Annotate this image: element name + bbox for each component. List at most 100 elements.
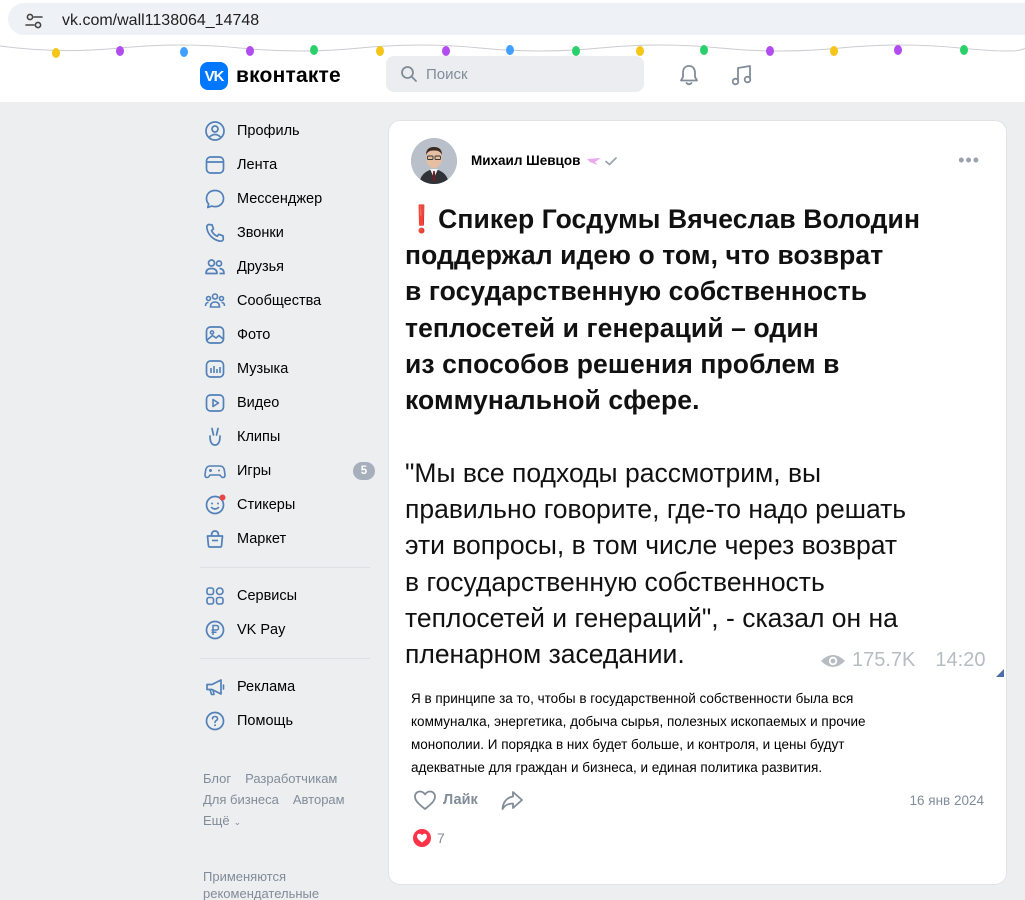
nav-label: Реклама bbox=[237, 679, 296, 695]
nav-item-messenger[interactable]: Мессенджер bbox=[200, 182, 375, 216]
headline-line: ❗Спикер Госдумы Вячеслав Володин bbox=[405, 201, 995, 237]
prometheus-flame-icon bbox=[587, 157, 602, 165]
post-reactions[interactable]: 7 bbox=[413, 829, 445, 847]
nav-item-calls[interactable]: Звонки bbox=[200, 216, 375, 250]
wall-post: Михаил Шевцов ••• ❗Спикер Госдумы Вячесл… bbox=[388, 120, 1007, 885]
headline-text: Спикер Госдумы Вячеслав Володин bbox=[438, 204, 921, 234]
post-quote: "Мы все подходы рассмотрим, вы правильно… bbox=[405, 455, 1000, 672]
headline-line: теплосетей и генераций – один bbox=[405, 312, 819, 343]
nav-item-video[interactable]: Видео bbox=[200, 386, 375, 420]
views-count: 175.7K bbox=[852, 649, 916, 671]
nav-label: Сообщества bbox=[237, 293, 322, 309]
like-button[interactable]: Лайк bbox=[413, 789, 478, 811]
heart-icon bbox=[414, 790, 436, 810]
site-settings-icon[interactable] bbox=[24, 11, 44, 31]
nav-item-market[interactable]: Маркет bbox=[200, 522, 375, 556]
ads-icon bbox=[206, 679, 225, 696]
vk-logo[interactable]: VK вконтакте bbox=[200, 62, 341, 90]
address-field[interactable]: vk.com/wall1138064_14748 bbox=[8, 3, 1025, 35]
post-image-stats: 175.7K 14:20 bbox=[819, 649, 985, 672]
headline-line: в государственную собственность bbox=[405, 276, 868, 307]
nav-item-services[interactable]: Сервисы bbox=[200, 579, 375, 613]
nav-divider bbox=[200, 567, 370, 568]
footer-link-developers[interactable]: Разработчикам bbox=[245, 771, 337, 786]
music-note-icon[interactable] bbox=[729, 62, 755, 88]
body-line: Я в принципе за то, чтобы в государствен… bbox=[411, 691, 854, 706]
vk-logo-text: вконтакте bbox=[236, 64, 341, 87]
nav-label: Звонки bbox=[237, 225, 284, 241]
reactions-count: 7 bbox=[437, 830, 445, 846]
more-options-icon[interactable]: ••• bbox=[958, 151, 980, 169]
nav-item-music[interactable]: Музыка bbox=[200, 352, 375, 386]
footer-links: Блог Разработчикам Для бизнеса Авторам Ещё… bbox=[203, 768, 378, 833]
nav-label: Сервисы bbox=[237, 588, 298, 604]
nav-item-vkpay[interactable]: VK Pay bbox=[200, 613, 375, 647]
games-icon bbox=[204, 465, 226, 479]
help-icon bbox=[205, 711, 225, 731]
body-line: коммуналка, энергетика, добыча сырья, по… bbox=[411, 714, 866, 729]
footer-more-label: Ещё bbox=[203, 813, 230, 828]
footer-link-more[interactable]: Ещё ⌄ bbox=[203, 813, 241, 828]
post-time: 14:20 bbox=[935, 649, 986, 671]
post-author[interactable]: Михаил Шевцов bbox=[471, 153, 618, 168]
nav-item-communities[interactable]: Сообщества bbox=[200, 284, 375, 318]
nav-item-help[interactable]: Помощь bbox=[200, 704, 375, 738]
nav-item-games[interactable]: Игры 5 bbox=[200, 454, 375, 488]
nav-label: Профиль bbox=[237, 123, 300, 139]
music-icon bbox=[205, 360, 225, 378]
headline-line: коммунальной сфере. bbox=[405, 385, 700, 416]
photo-icon bbox=[205, 326, 225, 344]
footer-link-authors[interactable]: Авторам bbox=[293, 792, 345, 807]
left-nav: Профиль Лента Мессенджер Звонки Друзья С… bbox=[200, 114, 375, 738]
communities-icon bbox=[204, 293, 226, 308]
nav-item-feed[interactable]: Лента bbox=[200, 148, 375, 182]
avatar[interactable] bbox=[411, 138, 457, 184]
author-name[interactable]: Михаил Шевцов bbox=[471, 153, 580, 168]
like-label: Лайк bbox=[443, 792, 478, 808]
nav-item-photo[interactable]: Фото bbox=[200, 318, 375, 352]
nav-label: Стикеры bbox=[237, 497, 296, 513]
nav-item-ads[interactable]: Реклама bbox=[200, 670, 375, 704]
quote-line: в государственную собственность bbox=[405, 566, 825, 597]
post-headline: ❗Спикер Госдумы Вячеслав Володин поддерж… bbox=[405, 201, 995, 418]
post-actions: Лайк bbox=[413, 789, 524, 811]
nav-item-friends[interactable]: Друзья bbox=[200, 250, 375, 284]
checkmark-icon bbox=[605, 156, 618, 166]
search-input[interactable] bbox=[426, 65, 626, 83]
exclamation-icon: ❗ bbox=[405, 204, 439, 234]
address-url[interactable]: vk.com/wall1138064_14748 bbox=[62, 12, 259, 30]
site-header: VK вконтакте bbox=[0, 38, 1025, 102]
nav-item-clips[interactable]: Клипы bbox=[200, 420, 375, 454]
phone-icon bbox=[205, 223, 225, 243]
eye-icon bbox=[821, 654, 845, 667]
share-icon[interactable] bbox=[500, 789, 524, 811]
bell-icon[interactable] bbox=[676, 62, 702, 88]
post-date[interactable]: 16 янв 2024 bbox=[910, 793, 985, 808]
nav-item-profile[interactable]: Профиль bbox=[200, 114, 375, 148]
nav-label: Друзья bbox=[237, 259, 285, 275]
feed-icon bbox=[205, 156, 225, 174]
nav-label: Музыка bbox=[237, 361, 289, 377]
friends-icon bbox=[205, 259, 225, 275]
nav-label: VK Pay bbox=[237, 622, 286, 638]
services-icon bbox=[206, 587, 224, 605]
headline-line: из способов решения проблем в bbox=[405, 348, 840, 379]
chevron-down-icon: ⌄ bbox=[233, 817, 242, 827]
clips-icon bbox=[209, 427, 221, 446]
stickers-icon bbox=[205, 494, 226, 515]
footer-link-blog[interactable]: Блог bbox=[203, 771, 231, 786]
vk-logo-mark: VK bbox=[200, 62, 228, 90]
quote-line: теплосетей и генераций", - сказал он на bbox=[405, 602, 898, 633]
avatar-photo bbox=[411, 138, 457, 184]
nav-label: Клипы bbox=[237, 429, 281, 445]
nav-item-stickers[interactable]: Стикеры bbox=[200, 488, 375, 522]
games-count-badge: 5 bbox=[353, 462, 375, 480]
headline-line: поддержал идею о том, что возврат bbox=[405, 240, 884, 271]
nav-label: Фото bbox=[237, 327, 271, 343]
market-icon bbox=[206, 530, 224, 548]
red-heart-icon bbox=[413, 829, 431, 847]
quote-line: эти вопросы, в том числе через возврат bbox=[405, 530, 898, 561]
search-icon bbox=[401, 66, 417, 82]
search-box[interactable] bbox=[386, 56, 644, 92]
footer-link-business[interactable]: Для бизнеса bbox=[203, 792, 279, 807]
